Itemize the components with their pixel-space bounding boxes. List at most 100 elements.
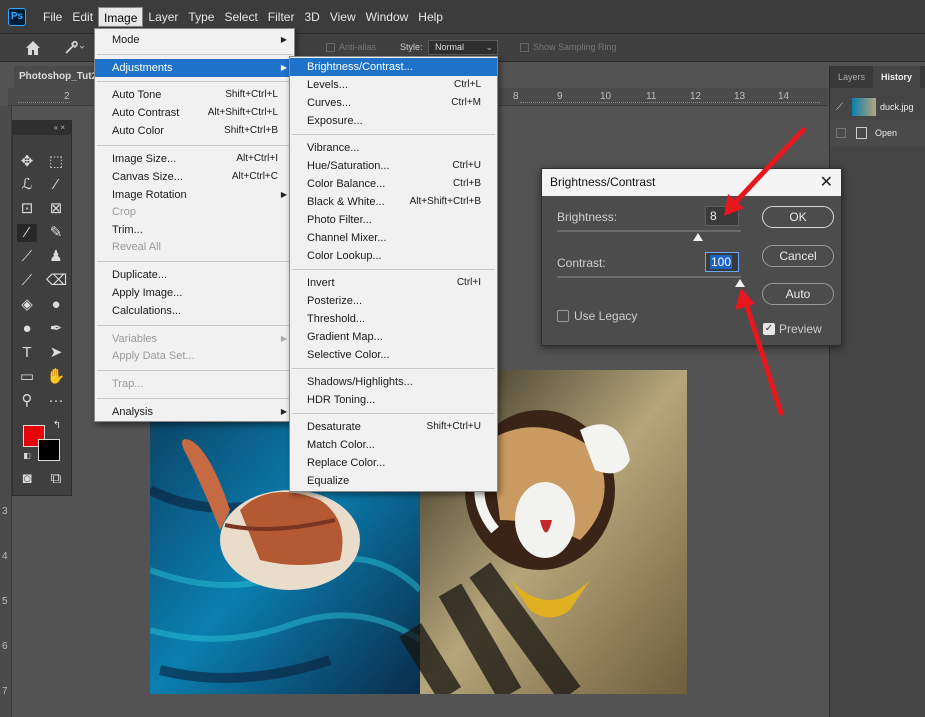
rectangle-tool-icon[interactable]: ▭ xyxy=(17,368,37,386)
magic-wand-icon[interactable]: ⁄ xyxy=(46,176,66,194)
menu-window[interactable]: Window xyxy=(361,7,414,27)
screen-mode-icon[interactable]: ⧉ xyxy=(46,470,66,488)
preview-checkbox[interactable]: ✓ xyxy=(763,323,775,335)
menu-mode[interactable]: Mode ▶ xyxy=(95,31,294,49)
cancel-button[interactable]: Cancel xyxy=(762,245,834,267)
menu-vibrance[interactable]: Vibrance... xyxy=(290,139,497,157)
use-legacy-checkbox[interactable] xyxy=(557,310,569,322)
menu-duplicate[interactable]: Duplicate... xyxy=(95,266,294,284)
menu-exposure[interactable]: Exposure... xyxy=(290,112,497,130)
menu-canvas-size[interactable]: Canvas Size... Alt+Ctrl+C xyxy=(95,168,294,186)
dodge-tool-icon[interactable]: ● xyxy=(17,320,37,338)
history-step-checkbox[interactable] xyxy=(836,128,846,138)
menu-hue-saturation[interactable]: Hue/Saturation... Ctrl+U xyxy=(290,157,497,175)
menu-image[interactable]: Image xyxy=(98,6,144,27)
menu-view[interactable]: View xyxy=(325,7,361,27)
contrast-slider-track[interactable] xyxy=(557,276,741,278)
contrast-slider-thumb[interactable] xyxy=(735,279,745,287)
menu-color-balance[interactable]: Color Balance... Ctrl+B xyxy=(290,175,497,193)
default-colors-icon[interactable]: ◧ xyxy=(17,447,37,465)
menu-filter[interactable]: Filter xyxy=(263,7,300,27)
menu-gradient-map[interactable]: Gradient Map... xyxy=(290,328,497,346)
eyedropper-options-icon[interactable] xyxy=(63,40,85,56)
toolbox-collapse-icon[interactable]: « × xyxy=(13,121,71,135)
move-tool-icon[interactable]: ✥ xyxy=(17,153,37,171)
crop-tool-icon[interactable]: ⊡ xyxy=(17,200,37,218)
paint-bucket-icon[interactable]: ◈ xyxy=(17,296,37,314)
stamp-tool-icon[interactable]: ♟ xyxy=(46,248,66,266)
lasso-tool-icon[interactable]: ℒ xyxy=(17,176,37,194)
menu-image-rotation[interactable]: Image Rotation ▶ xyxy=(95,186,294,204)
tab-history[interactable]: History xyxy=(873,66,921,88)
quick-mask-icon[interactable]: ◙ xyxy=(17,470,37,488)
menu-auto-tone[interactable]: Auto Tone Shift+Ctrl+L xyxy=(95,86,294,104)
menu-image-size[interactable]: Image Size... Alt+Ctrl+I xyxy=(95,150,294,168)
history-brush-icon[interactable]: ⟋ xyxy=(17,272,37,290)
brush-tool-icon[interactable]: ⟋ xyxy=(17,248,37,266)
zoom-tool-icon[interactable]: ⚲ xyxy=(17,392,37,410)
close-icon[interactable]: ✕ xyxy=(820,169,833,196)
anti-alias-checkbox[interactable] xyxy=(326,43,335,52)
document-tab[interactable]: Photoshop_Tut2 xyxy=(14,66,96,88)
eraser-tool-icon[interactable]: ⌫ xyxy=(46,272,67,290)
menu-analysis[interactable]: Analysis ▶ xyxy=(95,403,294,421)
menu-trim[interactable]: Trim... xyxy=(95,221,294,239)
menu-edit[interactable]: Edit xyxy=(67,7,98,27)
menu-reveal-all[interactable]: Reveal All xyxy=(95,238,294,256)
menu-brightness-contrast[interactable]: Brightness/Contrast... xyxy=(290,58,497,76)
path-selection-icon[interactable]: ➤ xyxy=(46,344,66,362)
menu-adjustments[interactable]: Adjustments ▶ xyxy=(95,59,294,77)
menu-photo-filter[interactable]: Photo Filter... xyxy=(290,211,497,229)
menu-auto-contrast[interactable]: Auto Contrast Alt+Shift+Ctrl+L xyxy=(95,104,294,122)
menu-layer[interactable]: Layer xyxy=(143,7,183,27)
healing-brush-icon[interactable]: ✎ xyxy=(46,224,66,242)
menu-shadows-highlights[interactable]: Shadows/Highlights... xyxy=(290,373,497,391)
menu-auto-color[interactable]: Auto Color Shift+Ctrl+B xyxy=(95,122,294,140)
contrast-input[interactable]: 100 xyxy=(705,252,739,272)
menu-apply-data-set[interactable]: Apply Data Set... xyxy=(95,347,294,365)
eyedropper-tool-icon[interactable]: ⁄ xyxy=(17,224,37,242)
menu-trap[interactable]: Trap... xyxy=(95,375,294,393)
menu-variables[interactable]: Variables ▶ xyxy=(95,330,294,348)
style-select[interactable]: Normal ⌄ xyxy=(428,40,498,55)
menu-help[interactable]: Help xyxy=(413,7,448,27)
background-color-swatch[interactable] xyxy=(38,439,60,461)
brightness-slider-track[interactable] xyxy=(557,230,741,232)
menu-calculations[interactable]: Calculations... xyxy=(95,302,294,320)
menu-file[interactable]: File xyxy=(38,7,67,27)
blur-tool-icon[interactable]: ● xyxy=(46,296,66,314)
menu-match-color[interactable]: Match Color... xyxy=(290,436,497,454)
menu-levels[interactable]: Levels... Ctrl+L xyxy=(290,76,497,94)
menu-crop[interactable]: Crop xyxy=(95,203,294,221)
frame-tool-icon[interactable]: ⊠ xyxy=(46,200,66,218)
brightness-slider-thumb[interactable] xyxy=(693,233,703,241)
menu-curves[interactable]: Curves... Ctrl+M xyxy=(290,94,497,112)
menu-channel-mixer[interactable]: Channel Mixer... xyxy=(290,229,497,247)
type-tool-icon[interactable]: T xyxy=(17,344,37,362)
show-sampling-checkbox[interactable] xyxy=(520,43,529,52)
pen-tool-icon[interactable]: ✒ xyxy=(46,320,66,338)
menu-selective-color[interactable]: Selective Color... xyxy=(290,346,497,364)
menu-color-lookup[interactable]: Color Lookup... xyxy=(290,247,497,265)
menu-threshold[interactable]: Threshold... xyxy=(290,310,497,328)
menu-desaturate[interactable]: Desaturate Shift+Ctrl+U xyxy=(290,418,497,436)
tab-layers[interactable]: Layers xyxy=(830,66,873,88)
more-tools-icon[interactable]: ··· xyxy=(46,392,66,410)
marquee-tool-icon[interactable]: ⬚ xyxy=(46,153,66,171)
menu-replace-color[interactable]: Replace Color... xyxy=(290,454,497,472)
menu-select[interactable]: Select xyxy=(219,7,262,27)
auto-button[interactable]: Auto xyxy=(762,283,834,305)
ok-button[interactable]: OK xyxy=(762,206,834,228)
menu-hdr-toning[interactable]: HDR Toning... xyxy=(290,391,497,409)
menu-black-white[interactable]: Black & White... Alt+Shift+Ctrl+B xyxy=(290,193,497,211)
menu-type[interactable]: Type xyxy=(183,7,219,27)
history-snapshot[interactable]: ⟋ duck.jpg xyxy=(830,94,925,120)
menu-3d[interactable]: 3D xyxy=(299,7,324,27)
menu-posterize[interactable]: Posterize... xyxy=(290,292,497,310)
menu-equalize[interactable]: Equalize xyxy=(290,472,497,490)
menu-invert[interactable]: Invert Ctrl+I xyxy=(290,274,497,292)
history-step-open[interactable]: Open xyxy=(830,120,925,146)
home-icon[interactable] xyxy=(24,39,42,57)
menu-apply-image[interactable]: Apply Image... xyxy=(95,284,294,302)
hand-tool-icon[interactable]: ✋ xyxy=(46,368,66,386)
